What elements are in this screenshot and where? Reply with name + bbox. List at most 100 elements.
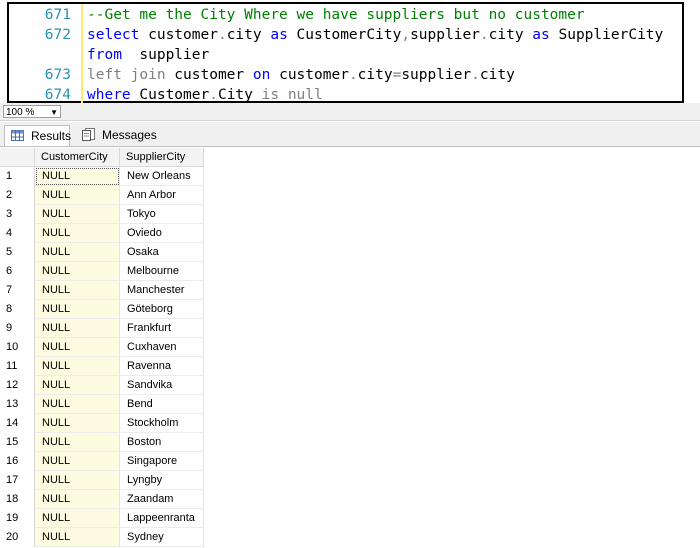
cell-customercity[interactable]: NULL xyxy=(35,262,120,281)
results-tabstrip: Results Messages xyxy=(0,122,700,147)
row-number[interactable]: 8 xyxy=(0,300,35,319)
grid-icon xyxy=(11,130,24,141)
code-token: supplier xyxy=(410,27,480,43)
row-number[interactable]: 13 xyxy=(0,395,35,414)
cell-customercity[interactable]: NULL xyxy=(35,357,120,376)
line-number: 673 xyxy=(44,67,71,83)
cell-customercity[interactable]: NULL xyxy=(35,471,120,490)
cell-customercity[interactable]: NULL xyxy=(35,243,120,262)
cell-suppliercity[interactable]: Frankfurt xyxy=(120,319,204,338)
code-text: --Get me the City Where we have supplier… xyxy=(87,5,585,25)
cell-suppliercity[interactable]: Göteborg xyxy=(120,300,204,319)
cell-customercity[interactable]: NULL xyxy=(35,338,120,357)
grid-corner[interactable] xyxy=(0,148,35,167)
code-text: select customer.city as CustomerCity,sup… xyxy=(87,25,663,45)
cell-suppliercity[interactable]: Oviedo xyxy=(120,224,204,243)
cell-customercity[interactable]: NULL xyxy=(35,528,120,547)
cell-suppliercity[interactable]: Singapore xyxy=(120,452,204,471)
cell-suppliercity[interactable]: Osaka xyxy=(120,243,204,262)
row-number[interactable]: 4 xyxy=(0,224,35,243)
cell-suppliercity[interactable]: Zaandam xyxy=(120,490,204,509)
cell-suppliercity[interactable]: Sydney xyxy=(120,528,204,547)
code-token: as xyxy=(532,27,550,43)
tab-results[interactable]: Results xyxy=(4,125,71,146)
row-number[interactable]: 10 xyxy=(0,338,35,357)
cell-suppliercity[interactable]: Bend xyxy=(120,395,204,414)
code-token: , xyxy=(401,27,411,43)
row-number[interactable]: 14 xyxy=(0,414,35,433)
messages-icon xyxy=(82,128,95,141)
row-number[interactable]: 3 xyxy=(0,205,35,224)
row-number[interactable]: 12 xyxy=(0,376,35,395)
cell-customercity[interactable]: NULL xyxy=(35,300,120,319)
cell-suppliercity[interactable]: Tokyo xyxy=(120,205,204,224)
line-number: 674 xyxy=(44,87,71,103)
row-number[interactable]: 1 xyxy=(0,167,35,186)
cell-suppliercity[interactable]: Lappeenranta xyxy=(120,509,204,528)
row-number[interactable]: 16 xyxy=(0,452,35,471)
sql-editor[interactable]: 671 --Get me the City Where we have suppl… xyxy=(7,2,684,103)
cell-suppliercity[interactable]: Ravenna xyxy=(120,357,204,376)
cell-customercity[interactable]: NULL xyxy=(35,224,120,243)
zoom-bar: 100 % ▼ xyxy=(0,103,700,121)
cell-customercity[interactable]: NULL xyxy=(35,452,120,471)
row-number[interactable]: 9 xyxy=(0,319,35,338)
code-token: city xyxy=(479,67,515,83)
cell-customercity[interactable]: NULL xyxy=(35,509,120,528)
code-token: customer xyxy=(165,67,253,83)
zoom-value: 100 % xyxy=(6,107,35,118)
cell-customercity[interactable]: NULL xyxy=(35,433,120,452)
row-number[interactable]: 20 xyxy=(0,528,35,547)
code-token: . xyxy=(348,67,358,83)
cell-suppliercity[interactable]: Manchester xyxy=(120,281,204,300)
cell-suppliercity[interactable]: Stockholm xyxy=(120,414,204,433)
code-token: . xyxy=(471,67,480,83)
tab-messages[interactable]: Messages xyxy=(76,125,157,146)
cell-customercity[interactable]: NULL xyxy=(35,490,120,509)
cell-customercity[interactable]: NULL xyxy=(35,205,120,224)
code-token: from xyxy=(87,47,122,63)
zoom-dropdown[interactable]: 100 % ▼ xyxy=(3,105,61,118)
cell-suppliercity[interactable]: Cuxhaven xyxy=(120,338,204,357)
code-token: SupplierCity xyxy=(549,27,664,43)
cell-customercity[interactable]: NULL xyxy=(35,414,120,433)
code-token: city xyxy=(226,27,271,43)
code-token: customer xyxy=(139,27,218,43)
cell-suppliercity[interactable]: New Orleans xyxy=(120,167,204,186)
code-token: . xyxy=(209,87,218,103)
row-number[interactable]: 18 xyxy=(0,490,35,509)
code-token: . xyxy=(479,27,489,43)
column-header-suppliercity[interactable]: SupplierCity xyxy=(120,148,204,167)
row-number[interactable]: 5 xyxy=(0,243,35,262)
row-number[interactable]: 6 xyxy=(0,262,35,281)
row-number[interactable]: 17 xyxy=(0,471,35,490)
code-token: city xyxy=(488,27,533,43)
code-token: city xyxy=(357,67,393,83)
code-text: from supplier xyxy=(87,45,209,65)
row-number[interactable]: 2 xyxy=(0,186,35,205)
cell-suppliercity[interactable]: Boston xyxy=(120,433,204,452)
row-number[interactable]: 11 xyxy=(0,357,35,376)
code-text: where Customer.City is null xyxy=(87,85,323,105)
row-number[interactable]: 7 xyxy=(0,281,35,300)
cell-customercity[interactable]: NULL xyxy=(35,319,120,338)
results-grid[interactable]: CustomerCity SupplierCity 1 NULL New Orlea… xyxy=(0,148,700,548)
code-token: CustomerCity xyxy=(287,27,402,43)
code-token: supplier xyxy=(121,47,210,63)
column-header-customercity[interactable]: CustomerCity xyxy=(35,148,120,167)
code-token: --Get me the City Where we have supplier… xyxy=(87,7,585,23)
code-token: City xyxy=(217,87,262,103)
cell-customercity[interactable]: NULL xyxy=(35,281,120,300)
cell-suppliercity[interactable]: Sandvika xyxy=(120,376,204,395)
tab-messages-label: Messages xyxy=(102,128,157,142)
cell-suppliercity[interactable]: Melbourne xyxy=(120,262,204,281)
code-token: where xyxy=(87,87,131,103)
row-number[interactable]: 19 xyxy=(0,509,35,528)
cell-customercity[interactable]: NULL xyxy=(35,186,120,205)
row-number[interactable]: 15 xyxy=(0,433,35,452)
cell-customercity[interactable]: NULL xyxy=(35,167,120,186)
cell-suppliercity[interactable]: Ann Arbor xyxy=(120,186,204,205)
cell-suppliercity[interactable]: Lyngby xyxy=(120,471,204,490)
cell-customercity[interactable]: NULL xyxy=(35,376,120,395)
cell-customercity[interactable]: NULL xyxy=(35,395,120,414)
